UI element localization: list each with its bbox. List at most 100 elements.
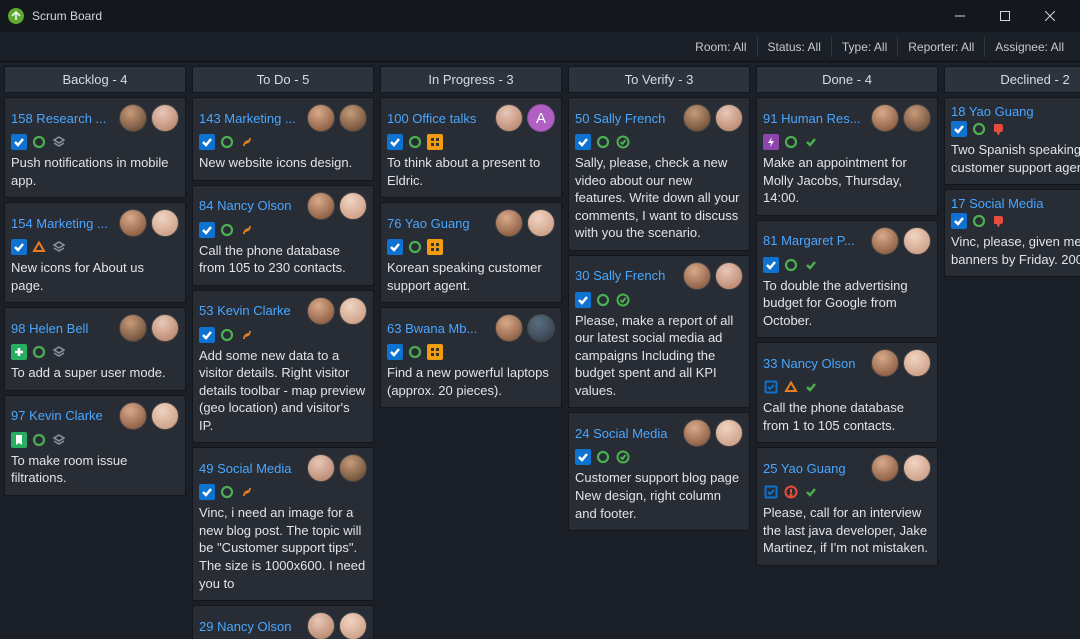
close-button[interactable] (1027, 0, 1072, 32)
card[interactable]: 25 Yao GuangPlease, call for an intervie… (756, 447, 938, 566)
filter-status[interactable]: Status: All (757, 37, 831, 57)
card-body: Sally, please, check a new video about o… (575, 154, 743, 242)
card-link[interactable]: 143 Marketing ... (199, 111, 296, 126)
card-avatars (119, 104, 179, 132)
card-link[interactable]: 50 Sally French (575, 111, 665, 126)
card-link[interactable]: 98 Helen Bell (11, 321, 88, 336)
card[interactable]: 50 Sally French Sally, please, check a ne… (568, 97, 750, 251)
card[interactable]: 84 Nancy OlsonCall the phone database fr… (192, 185, 374, 286)
card-header: 76 Yao Guang (387, 209, 555, 237)
card[interactable]: 143 Marketing ...New website icons desig… (192, 97, 374, 181)
priority-circle-icon (219, 327, 235, 343)
checkbox-icon (387, 134, 403, 150)
card-header: 25 Yao Guang (763, 454, 931, 482)
card[interactable]: 18 Yao GuangTwo Spanish speaking custome… (944, 97, 1080, 185)
card-link[interactable]: 97 Kevin Clarke (11, 408, 103, 423)
avatar (307, 192, 335, 220)
card-icons (763, 134, 931, 150)
card[interactable]: 49 Social MediaVinc, i need an image for… (192, 447, 374, 601)
card[interactable]: 154 Marketing ...New icons for About us … (4, 202, 186, 303)
card[interactable]: 53 Kevin ClarkeAdd some new data to a vi… (192, 290, 374, 444)
card-icons (11, 239, 179, 255)
card-link[interactable]: 158 Research ... (11, 111, 106, 126)
card-body: Customer support blog page New design, r… (575, 469, 743, 522)
avatar (871, 227, 899, 255)
verify-icon (615, 449, 631, 465)
checkmark-icon (803, 134, 819, 150)
card-link[interactable]: 63 Bwana Mb... (387, 321, 477, 336)
card-link[interactable]: 18 Yao Guang (951, 104, 1034, 119)
maximize-button[interactable] (982, 0, 1027, 32)
bolt-icon (763, 134, 779, 150)
checkbox-icon (575, 449, 591, 465)
checkmark-icon (803, 257, 819, 273)
column-body: 100 Office talksATo think about a presen… (380, 93, 562, 639)
card-link[interactable]: 29 Nancy Olson (199, 619, 292, 634)
column-header: Backlog - 4 (4, 66, 186, 93)
card[interactable]: 91 Human Res...Make an appointment for M… (756, 97, 938, 216)
card[interactable]: 97 Kevin ClarkeTo make room issue filtra… (4, 395, 186, 496)
thumbs-down-icon (991, 213, 1007, 229)
card-link[interactable]: 49 Social Media (199, 461, 292, 476)
avatar (339, 104, 367, 132)
column-body: 50 Sally French Sally, please, check a ne… (568, 93, 750, 639)
card-icons (763, 379, 931, 395)
card-icons (387, 344, 555, 360)
filter-type[interactable]: Type: All (831, 37, 897, 57)
filter-assignee[interactable]: Assignee: All (984, 37, 1074, 57)
card-header: 53 Kevin Clarke (199, 297, 367, 325)
card-header: 81 Margaret P... (763, 227, 931, 255)
card-body: Push notifications in mobile app. (11, 154, 179, 189)
card-avatars (307, 192, 367, 220)
card-header: 50 Sally French (575, 104, 743, 132)
priority-circle-icon (219, 484, 235, 500)
card-link[interactable]: 100 Office talks (387, 111, 476, 126)
filter-room[interactable]: Room: All (685, 37, 756, 57)
card[interactable]: 98 Helen Bell To add a super user mode. (4, 307, 186, 391)
card[interactable]: 24 Social Media Customer support blog pag… (568, 412, 750, 531)
card-link[interactable]: 30 Sally French (575, 268, 665, 283)
card-link[interactable]: 25 Yao Guang (763, 461, 846, 476)
card-icons (199, 222, 367, 238)
checkbox-icon (11, 239, 27, 255)
card[interactable]: 100 Office talksATo think about a presen… (380, 97, 562, 198)
card-link[interactable]: 81 Margaret P... (763, 233, 855, 248)
card[interactable]: 29 Nancy OlsonSend me the list of our ne… (192, 605, 374, 639)
card-avatars (119, 402, 179, 430)
card-header: 49 Social Media (199, 454, 367, 482)
card-link[interactable]: 84 Nancy Olson (199, 198, 292, 213)
card-link[interactable]: 53 Kevin Clarke (199, 303, 291, 318)
card[interactable]: 158 Research ... Push notifications in mo… (4, 97, 186, 198)
triangle-icon (31, 239, 47, 255)
avatar (683, 262, 711, 290)
column-declined: Declined - 218 Yao GuangTwo Spanish spea… (944, 66, 1080, 639)
card-body: Find a new powerful laptops (approx. 20 … (387, 364, 555, 399)
card-link[interactable]: 24 Social Media (575, 426, 668, 441)
column-body: 143 Marketing ...New website icons desig… (192, 93, 374, 639)
scrum-board: Backlog - 4 158 Research ... Push notifica… (0, 62, 1080, 639)
checkbox-outline-icon (763, 379, 779, 395)
warning-icon (427, 134, 443, 150)
card[interactable]: 76 Yao GuangKorean speaking customer sup… (380, 202, 562, 303)
card-link[interactable]: 154 Marketing ... (11, 216, 108, 231)
checkbox-icon (199, 134, 215, 150)
checkbox-icon (387, 239, 403, 255)
card[interactable]: 17 Social MediaVinc, please, given me tw… (944, 189, 1080, 277)
priority-circle-icon (219, 134, 235, 150)
verify-icon (615, 134, 631, 150)
card[interactable]: 33 Nancy OlsonCall the phone database fr… (756, 342, 938, 443)
card-body: To add a super user mode. (11, 364, 179, 382)
filter-reporter[interactable]: Reporter: All (897, 37, 984, 57)
card-link[interactable]: 17 Social Media (951, 196, 1044, 211)
triangle-icon (783, 379, 799, 395)
card-link[interactable]: 76 Yao Guang (387, 216, 470, 231)
card[interactable]: 30 Sally FrenchPlease, make a report of … (568, 255, 750, 409)
minimize-button[interactable] (937, 0, 982, 32)
card-avatars (307, 454, 367, 482)
avatar (151, 314, 179, 342)
card-link[interactable]: 91 Human Res... (763, 111, 861, 126)
avatar (903, 104, 931, 132)
card[interactable]: 63 Bwana Mb... Find a new powerful laptop… (380, 307, 562, 408)
card-link[interactable]: 33 Nancy Olson (763, 356, 856, 371)
card[interactable]: 81 Margaret P...To double the advertisin… (756, 220, 938, 339)
